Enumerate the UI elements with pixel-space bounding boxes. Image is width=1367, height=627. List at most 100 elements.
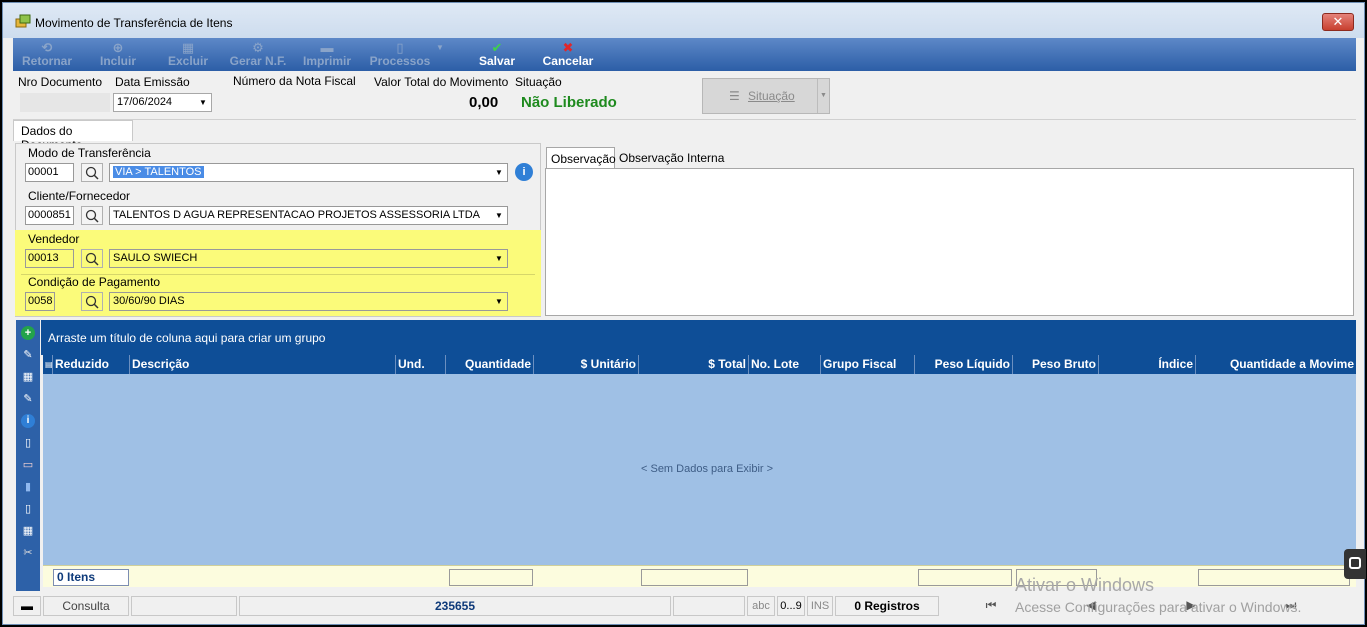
chevron-down-icon: ▼ bbox=[495, 211, 503, 220]
col-indice[interactable]: Índice bbox=[1099, 355, 1196, 374]
condicao-label: Condição de Pagamento bbox=[28, 275, 161, 289]
book-icon[interactable]: ▭ bbox=[21, 458, 35, 472]
grid-icon[interactable]: ▦ bbox=[21, 524, 35, 538]
col-und[interactable]: Und. bbox=[396, 355, 446, 374]
chevron-down-icon: ▼ bbox=[436, 43, 444, 52]
keyboard-icon: ▬ bbox=[13, 596, 41, 616]
cliente-label: Cliente/Fornecedor bbox=[28, 189, 131, 203]
chevron-down-icon: ▼ bbox=[495, 297, 503, 306]
salvar-button[interactable]: ✔ Salvar bbox=[473, 40, 521, 70]
chevron-down-icon: ▼ bbox=[495, 254, 503, 263]
main-window: Movimento de Transferência de Itens ✕ ⟲ … bbox=[2, 2, 1366, 625]
col-peso-bruto[interactable]: Peso Bruto bbox=[1013, 355, 1099, 374]
tab-dados-documento[interactable]: Dados do Documento bbox=[13, 120, 133, 152]
col-peso-liquido[interactable]: Peso Líquido bbox=[915, 355, 1013, 374]
search-icon bbox=[85, 166, 99, 180]
col-grupo-fiscal[interactable]: Grupo Fiscal bbox=[821, 355, 915, 374]
processos-button[interactable]: ▯ Processos bbox=[367, 40, 433, 70]
cliente-combo[interactable]: TALENTOS D AGUA REPRESENTACAO PROJETOS A… bbox=[109, 206, 508, 225]
status-abc: abc bbox=[747, 596, 775, 616]
vendedor-label: Vendedor bbox=[28, 232, 80, 246]
group-panel[interactable]: Arraste um título de coluna aqui para cr… bbox=[41, 320, 1356, 355]
cliente-code-input[interactable]: 0000851 bbox=[25, 206, 74, 225]
tab-observacao[interactable]: Observação bbox=[546, 147, 616, 168]
modo-combo[interactable]: VIA > TALENTOS ▼ bbox=[109, 163, 508, 182]
status-registros: 0 Registros bbox=[835, 596, 939, 616]
tab-observacao-interna[interactable]: Observação Interna bbox=[616, 147, 736, 167]
search-icon-button[interactable] bbox=[81, 249, 103, 268]
situacao-value: Não Liberado bbox=[521, 94, 617, 111]
search-icon-button[interactable] bbox=[81, 292, 103, 311]
col-quantidade[interactable]: Quantidade bbox=[446, 355, 534, 374]
add-icon[interactable]: + bbox=[21, 326, 35, 340]
add-icon: ⊕ bbox=[112, 40, 124, 55]
situacao-label: Situação bbox=[515, 75, 562, 89]
grid-action-bar: + ✎ ▦ ✎ i ▯ ▭ ▮ ▯ ▦ ✂ bbox=[16, 320, 40, 591]
search-icon-button[interactable] bbox=[81, 163, 103, 182]
info-icon[interactable]: i bbox=[515, 163, 533, 181]
valor-total-value: 0,00 bbox=[469, 94, 499, 111]
check-icon: ✔ bbox=[491, 40, 503, 55]
imprimir-button[interactable]: ▬ Imprimir bbox=[298, 40, 356, 70]
vendedor-code-input[interactable]: 00013 bbox=[25, 249, 74, 268]
data-emissao-field[interactable]: 17/06/2024 ▼ bbox=[113, 93, 212, 112]
nota-fiscal-label: Número da Nota Fiscal bbox=[233, 74, 356, 88]
grid-header: ▤ Reduzido Descrição Und. Quantidade $ U… bbox=[43, 355, 1356, 374]
search-icon-button[interactable] bbox=[81, 206, 103, 225]
info-icon[interactable]: i bbox=[21, 414, 35, 428]
column-chooser-icon[interactable]: ▤ bbox=[43, 355, 53, 374]
status-digits: 0...9 bbox=[777, 596, 805, 616]
tools-icon[interactable]: ✂ bbox=[21, 546, 35, 560]
document-icon[interactable]: ▯ bbox=[21, 436, 35, 450]
col-quantidade-movimento[interactable]: Quantidade a Movime bbox=[1196, 355, 1356, 374]
edit-list-icon[interactable]: ✎ bbox=[21, 392, 35, 406]
divider bbox=[13, 119, 1356, 120]
app-icon bbox=[15, 14, 31, 28]
col-descricao[interactable]: Descrição bbox=[130, 355, 396, 374]
edit-icon[interactable]: ✎ bbox=[21, 348, 35, 362]
search-icon bbox=[85, 209, 99, 223]
side-tab[interactable] bbox=[1344, 549, 1366, 579]
chevron-down-icon: ▼ bbox=[495, 168, 503, 177]
window-title: Movimento de Transferência de Itens bbox=[35, 16, 233, 30]
items-count: 0 Itens bbox=[53, 569, 129, 586]
col-reduzido[interactable]: Reduzido bbox=[53, 355, 130, 374]
col-total[interactable]: $ Total bbox=[639, 355, 749, 374]
status-user-code: 235655 bbox=[239, 596, 671, 616]
first-record-icon[interactable]: ⏮ bbox=[973, 596, 1009, 616]
excluir-button[interactable]: ▦ Excluir bbox=[163, 40, 213, 70]
watermark-subtitle: Acesse Configurações para ativar o Windo… bbox=[1015, 599, 1302, 615]
gerar-nf-button[interactable]: ⚙ Gerar N.F. bbox=[227, 40, 289, 70]
situacao-button[interactable]: ☰ Situação ▼ bbox=[702, 78, 830, 114]
status-mode: Consulta bbox=[43, 596, 129, 616]
vendedor-combo[interactable]: SAULO SWIECH ▼ bbox=[109, 249, 508, 268]
comment-icon[interactable]: ▮ bbox=[21, 480, 35, 494]
trash-icon[interactable]: ▦ bbox=[21, 370, 35, 384]
chevron-down-icon[interactable]: ▼ bbox=[817, 79, 829, 113]
retornar-button[interactable]: ⟲ Retornar bbox=[19, 40, 75, 70]
status-blank-2 bbox=[673, 596, 745, 616]
col-unitario[interactable]: $ Unitário bbox=[534, 355, 639, 374]
grid-footer: 0 Itens bbox=[43, 565, 1356, 587]
grid-body[interactable]: < Sem Dados para Exibir > bbox=[43, 374, 1356, 565]
toolbar: ⟲ Retornar ⊕ Incluir ▦ Excluir ⚙ Gerar N… bbox=[13, 38, 1356, 71]
nro-documento-field[interactable] bbox=[20, 93, 110, 112]
condicao-code-input[interactable]: 0058 bbox=[25, 292, 55, 311]
modo-label: Modo de Transferência bbox=[28, 146, 151, 160]
observacao-textarea[interactable] bbox=[545, 168, 1354, 316]
data-emissao-label: Data Emissão bbox=[115, 75, 190, 89]
clipboard-icon[interactable]: ▯ bbox=[21, 502, 35, 516]
search-icon bbox=[85, 295, 99, 309]
processos-dropdown[interactable]: ▼ bbox=[433, 40, 447, 70]
incluir-button[interactable]: ⊕ Incluir bbox=[93, 40, 143, 70]
modo-code-input[interactable]: 00001 bbox=[25, 163, 74, 182]
widget-icon bbox=[1349, 557, 1361, 569]
peso-liquido-total-box bbox=[918, 569, 1012, 586]
col-no-lote[interactable]: No. Lote bbox=[749, 355, 821, 374]
trash-icon: ▦ bbox=[181, 40, 195, 55]
nro-documento-label: Nro Documento bbox=[18, 75, 103, 89]
condicao-combo[interactable]: 30/60/90 DIAS ▼ bbox=[109, 292, 508, 311]
cancelar-button[interactable]: ✖ Cancelar bbox=[539, 40, 597, 70]
close-button[interactable]: ✕ bbox=[1322, 13, 1354, 31]
empty-message: < Sem Dados para Exibir > bbox=[641, 463, 774, 475]
